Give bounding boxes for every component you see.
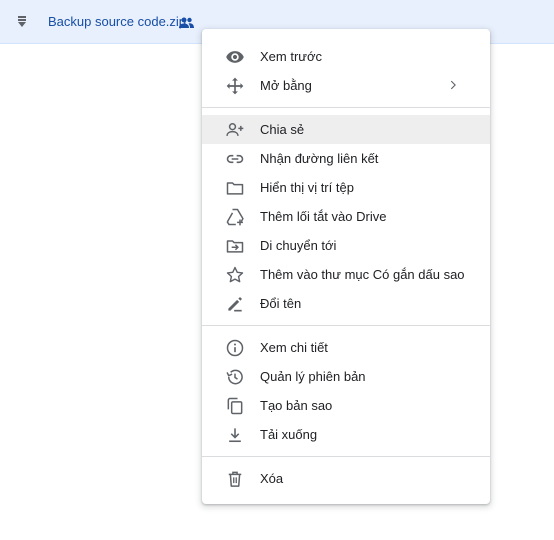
menu-item-label: Nhận đường liên kết bbox=[260, 150, 379, 166]
person-add-icon bbox=[224, 119, 246, 141]
menu-item[interactable]: Xóa bbox=[202, 464, 490, 493]
menu-item[interactable]: Thêm vào thư mục Có gắn dấu sao bbox=[202, 260, 490, 289]
move-arrows-icon bbox=[224, 75, 246, 97]
menu-item-label: Chia sẻ bbox=[260, 121, 305, 137]
menu-item[interactable]: Tạo bản sao bbox=[202, 391, 490, 420]
menu-item[interactable]: Xem trước bbox=[202, 42, 490, 71]
context-menu: Xem trước Mở bằng Chia sẻ Nhận đường liên k… bbox=[202, 29, 490, 504]
menu-item[interactable]: Tải xuống bbox=[202, 420, 490, 449]
folder-icon bbox=[224, 177, 246, 199]
link-icon bbox=[224, 148, 246, 170]
move-to-folder-icon bbox=[224, 235, 246, 257]
menu-item-label: Quản lý phiên bản bbox=[260, 368, 366, 384]
menu-item[interactable]: Quản lý phiên bản bbox=[202, 362, 490, 391]
drive-page: Backup source code.zip Xem trước Mở bằng C… bbox=[0, 0, 554, 540]
history-icon bbox=[224, 366, 246, 388]
menu-item[interactable]: Hiển thị vị trí tệp bbox=[202, 173, 490, 202]
menu-item-label: Thêm vào thư mục Có gắn dấu sao bbox=[260, 266, 465, 282]
star-icon bbox=[224, 264, 246, 286]
download-icon bbox=[224, 424, 246, 446]
trash-icon bbox=[224, 468, 246, 490]
menu-item-label: Đổi tên bbox=[260, 295, 302, 311]
menu-divider bbox=[202, 107, 490, 108]
copy-icon bbox=[224, 395, 246, 417]
menu-divider bbox=[202, 325, 490, 326]
file-name[interactable]: Backup source code.zip bbox=[48, 14, 186, 30]
menu-item-label: Mở bằng bbox=[260, 77, 312, 93]
eye-icon bbox=[224, 46, 246, 68]
zip-file-icon bbox=[14, 14, 30, 30]
add-to-drive-icon bbox=[224, 206, 246, 228]
menu-item-label: Di chuyển tới bbox=[260, 237, 337, 253]
info-icon bbox=[224, 337, 246, 359]
rename-pencil-icon bbox=[224, 293, 246, 315]
menu-item[interactable]: Di chuyển tới bbox=[202, 231, 490, 260]
menu-item-label: Xóa bbox=[260, 470, 284, 486]
menu-item[interactable]: Xem chi tiết bbox=[202, 333, 490, 362]
menu-item[interactable]: Mở bằng bbox=[202, 71, 490, 100]
menu-item[interactable]: Đổi tên bbox=[202, 289, 490, 318]
menu-item-label: Tạo bản sao bbox=[260, 397, 333, 413]
chevron-right-icon bbox=[446, 78, 460, 92]
menu-item-label: Hiển thị vị trí tệp bbox=[260, 179, 354, 195]
menu-divider bbox=[202, 456, 490, 457]
menu-item-label: Tải xuống bbox=[260, 426, 318, 442]
people-icon bbox=[178, 14, 194, 30]
menu-item-label: Thêm lối tắt vào Drive bbox=[260, 208, 387, 224]
menu-item-label: Xem trước bbox=[260, 48, 323, 64]
menu-item[interactable]: Nhận đường liên kết bbox=[202, 144, 490, 173]
menu-item[interactable]: Chia sẻ bbox=[202, 115, 490, 144]
menu-item-label: Xem chi tiết bbox=[260, 339, 328, 355]
menu-item[interactable]: Thêm lối tắt vào Drive bbox=[202, 202, 490, 231]
